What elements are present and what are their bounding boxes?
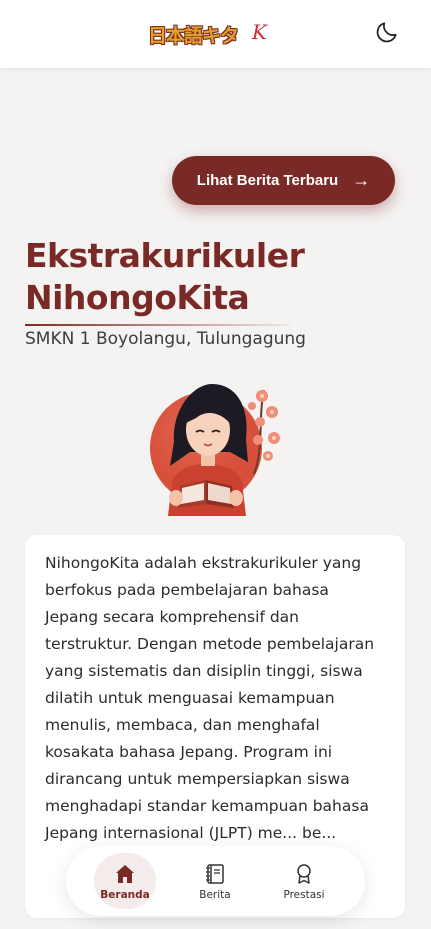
nav-label-berita: Berita	[199, 889, 231, 901]
medal-icon	[297, 864, 311, 884]
title-line-2: NihongoKita	[25, 278, 250, 317]
logo-suffix: K	[252, 20, 267, 44]
student-reading-illustration	[150, 384, 280, 516]
logo-text: 日本語キタ	[148, 25, 239, 47]
nav-item-beranda[interactable]: Beranda	[88, 854, 162, 908]
app-header: 日本語キタ K	[0, 0, 431, 68]
page-title: Ekstrakurikuler NihongoKita	[25, 235, 415, 319]
nav-label-beranda: Beranda	[100, 889, 150, 901]
logo[interactable]: 日本語キタ K	[148, 18, 274, 52]
title-line-1: Ekstrakurikuler	[25, 236, 305, 275]
about-text: NihongoKita adalah ekstrakurikuler yang …	[45, 554, 375, 842]
latest-news-label: Lihat Berita Terbaru	[196, 172, 339, 189]
title-underline	[25, 324, 290, 326]
nav-item-prestasi[interactable]: Prestasi	[267, 854, 341, 908]
school-subtitle: SMKN 1 Boyolangu, Tulungagung	[25, 329, 306, 349]
latest-news-button[interactable]: Lihat Berita Terbaru →	[172, 156, 395, 205]
bottom-navigation: Beranda Berita Prestasi	[66, 846, 365, 916]
arrow-right-icon: →	[352, 170, 371, 190]
nav-label-prestasi: Prestasi	[283, 889, 325, 901]
nav-item-berita[interactable]: Berita	[178, 854, 252, 908]
moon-icon[interactable]	[374, 19, 400, 45]
book-icon	[206, 864, 224, 884]
home-icon	[116, 865, 134, 883]
